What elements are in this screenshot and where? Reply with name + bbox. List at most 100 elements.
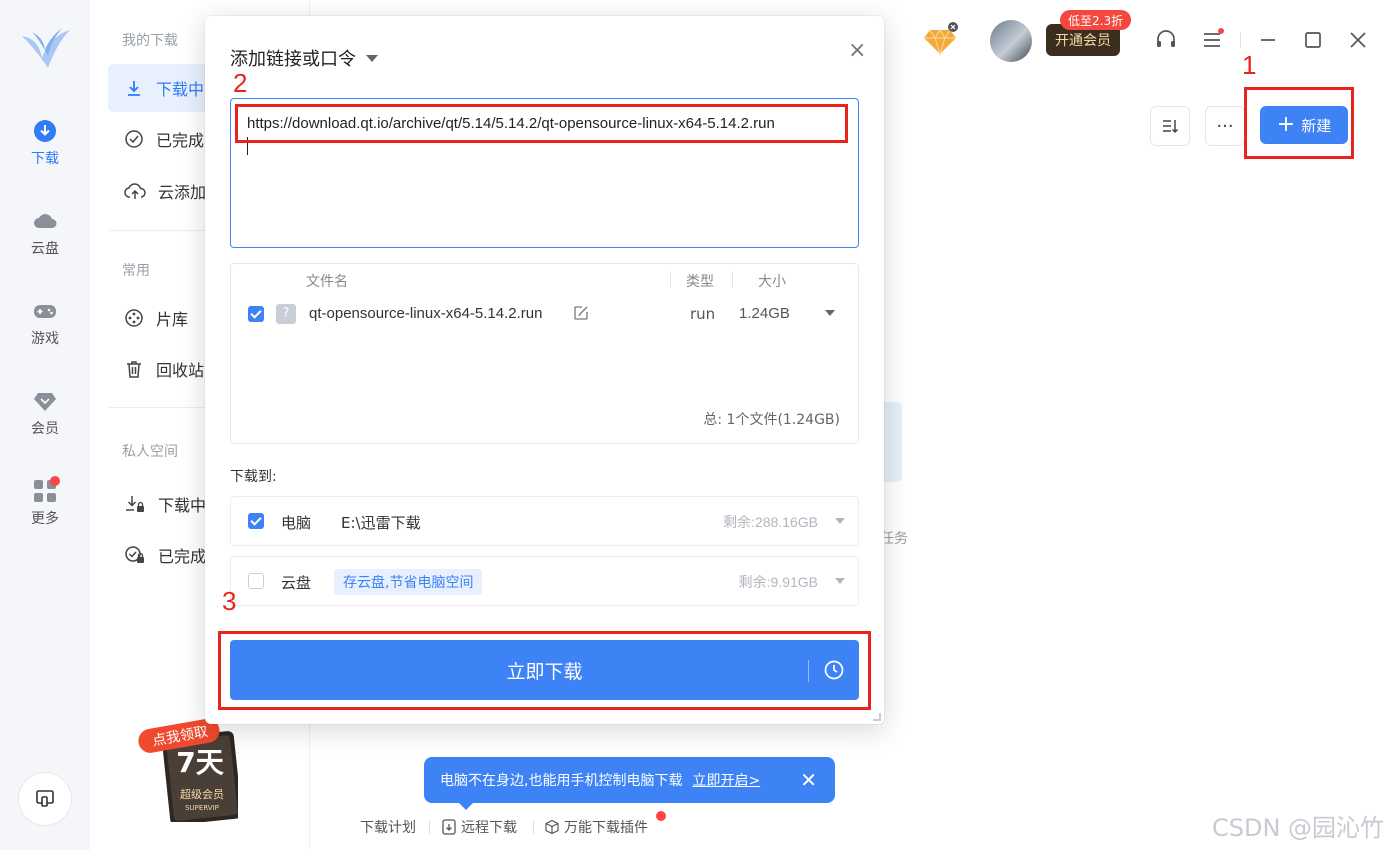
divider: [670, 271, 671, 287]
file-type: run: [690, 305, 716, 323]
rail-label: 游戏: [31, 331, 59, 347]
tip-close-icon[interactable]: ✕: [800, 768, 817, 792]
device-switch-button[interactable]: [18, 772, 72, 826]
gamepad-icon: [34, 305, 56, 318]
remote-download-link[interactable]: 远程下载: [441, 817, 517, 837]
vip-promo-graphic: 点我领取 7天 超级会员 SUPERVIP: [138, 718, 242, 825]
section-title: 常用: [122, 263, 150, 279]
download-plan-label: 下载计划: [360, 820, 416, 836]
notification-dot: [50, 476, 60, 486]
close-window-icon[interactable]: [1346, 28, 1370, 52]
tip-text: 电脑不在身边,也能用手机控制电脑下载: [440, 773, 683, 789]
divider: [732, 271, 733, 287]
lock-check-icon: [125, 546, 144, 563]
column-header-size: 大小: [758, 274, 786, 290]
thunder-bird-logo-icon: [22, 28, 70, 68]
promo-line3: SUPERVIP: [185, 804, 219, 812]
watermark: CSDN @园沁竹: [1212, 814, 1385, 842]
rail-item-download[interactable]: 下载: [0, 118, 90, 168]
chevron-down-icon: [366, 54, 378, 62]
file-size: 1.24GB: [739, 305, 790, 322]
download-plan-link[interactable]: 下载计划: [360, 817, 416, 837]
download-arrow-icon: [128, 81, 140, 96]
notification-dot: [656, 811, 666, 821]
promo-line2: 超级会员: [180, 787, 224, 801]
destination-name: 云盘: [281, 574, 312, 592]
save-to-label: 下载到:: [230, 469, 277, 485]
chevron-down-icon[interactable]: [835, 518, 845, 524]
divider: [1240, 32, 1241, 48]
download-plugin-link[interactable]: 万能下载插件: [544, 817, 648, 837]
rail-label: 云盘: [31, 241, 59, 257]
divider: [429, 820, 430, 834]
rail-item-vip[interactable]: 会员: [0, 388, 90, 438]
rail-item-cloud[interactable]: 云盘: [0, 208, 90, 258]
column-header-name: 文件名: [306, 274, 348, 290]
dialog-title-dropdown[interactable]: 添加链接或口令: [230, 45, 378, 71]
empty-state-text: 任务: [880, 531, 908, 547]
dialog-close-icon[interactable]: ×: [848, 38, 866, 63]
resize-handle[interactable]: [873, 713, 881, 721]
rail-item-games[interactable]: 游戏: [0, 298, 90, 348]
vip-discount-tag: 低至2.3折: [1060, 10, 1132, 30]
remaining-space: 剩余:9.91GB: [738, 574, 818, 590]
device-icon: [36, 790, 54, 807]
divider: [533, 820, 534, 834]
nav-rail: 下载 云盘 游戏 会员 更多: [0, 0, 90, 850]
rail-label: 会员: [31, 421, 59, 437]
sort-icon: [1163, 120, 1179, 134]
file-checkbox[interactable]: [248, 306, 264, 322]
minimize-icon[interactable]: [1256, 28, 1280, 52]
cloud-hint-badge: 存云盘,节省电脑空间: [334, 569, 483, 595]
section-title: 私人空间: [122, 444, 178, 460]
promo-days: 7天: [176, 746, 223, 779]
sidebar-item-label: 云添加: [158, 183, 207, 202]
destination-path: E:\迅雷下载: [341, 514, 421, 532]
pc-checkbox[interactable]: [248, 513, 264, 529]
download-plugin-label: 万能下载插件: [564, 820, 648, 836]
film-reel-icon: [125, 309, 143, 327]
section-title: 我的下载: [122, 33, 178, 49]
headset-icon[interactable]: [1154, 28, 1178, 52]
destination-cloud[interactable]: 云盘 存云盘,节省电脑空间 剩余:9.91GB: [230, 556, 859, 606]
dialog-title: 添加链接或口令: [230, 49, 356, 70]
cloud-checkbox[interactable]: [248, 573, 264, 589]
sort-button[interactable]: [1150, 106, 1190, 146]
avatar[interactable]: [990, 20, 1032, 62]
cloud-icon: [34, 214, 57, 228]
annotation-box-3: [218, 631, 871, 710]
sidebar-item-label: 下载中: [156, 80, 205, 99]
cloud-upload-icon: [124, 183, 146, 199]
file-list: 文件名 类型 大小 ? qt-opensource-linux-x64-5.14…: [230, 263, 859, 444]
tip-open-link[interactable]: 立即开启>: [692, 770, 760, 790]
remaining-space: 剩余:288.16GB: [723, 514, 818, 530]
file-name: qt-opensource-linux-x64-5.14.2.run: [309, 305, 543, 322]
rail-label: 下载: [31, 151, 59, 167]
vip-diamond-icon[interactable]: [922, 22, 958, 58]
file-total: 总: 1个文件(1.24GB): [703, 412, 840, 428]
more-options-button[interactable]: ···: [1205, 106, 1245, 146]
vip-promo-badge[interactable]: 点我领取 7天 超级会员 SUPERVIP: [138, 718, 242, 825]
destination-pc[interactable]: 电脑 E:\迅雷下载 剩余:288.16GB: [230, 496, 859, 546]
check-circle-icon: [125, 130, 143, 148]
annotation-box-2: [235, 104, 848, 143]
destination-name: 电脑: [281, 514, 312, 532]
lock-download-icon: [126, 496, 144, 512]
chevron-down-icon[interactable]: [825, 310, 835, 316]
sidebar-item-label: 下载中: [158, 496, 207, 515]
sidebar-item-label: 回收站: [156, 361, 205, 380]
sidebar-item-label: 已完成: [158, 547, 207, 566]
cube-icon: [545, 819, 559, 835]
rail-item-more[interactable]: 更多: [0, 478, 90, 528]
maximize-icon[interactable]: [1301, 28, 1325, 52]
unknown-file-icon: ?: [276, 304, 296, 324]
remote-control-tip: 电脑不在身边,也能用手机控制电脑下载 立即开启> ✕: [424, 757, 835, 810]
remote-download-icon: [442, 819, 456, 835]
menu-icon[interactable]: [1200, 28, 1224, 52]
edit-icon[interactable]: [573, 305, 589, 321]
sidebar-item-label: 已完成: [156, 131, 205, 150]
annotation-number-1: 1: [1242, 50, 1257, 80]
sidebar-item-label: 片库: [156, 310, 189, 329]
trash-icon: [127, 361, 141, 378]
chevron-down-icon[interactable]: [835, 578, 845, 584]
